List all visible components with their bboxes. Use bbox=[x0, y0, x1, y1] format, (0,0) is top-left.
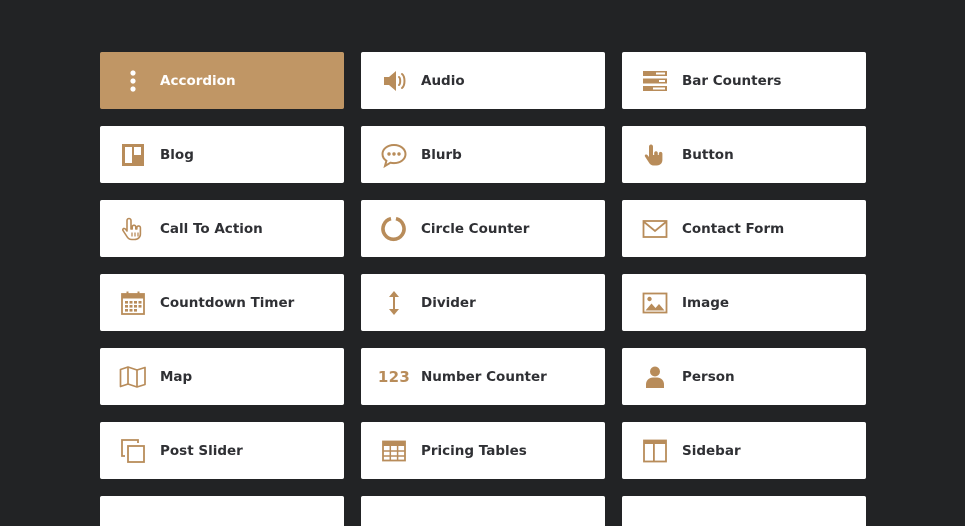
module-contact-form[interactable]: Contact Form bbox=[622, 200, 866, 257]
module-bar-counters[interactable]: Bar Counters bbox=[622, 52, 866, 109]
speech-bubble-icon bbox=[380, 141, 408, 169]
module-map[interactable]: Map bbox=[100, 348, 344, 405]
module-label: Map bbox=[160, 368, 193, 385]
module-partial[interactable] bbox=[622, 496, 866, 526]
module-circle-counter[interactable]: Circle Counter bbox=[361, 200, 605, 257]
circle-counter-icon bbox=[380, 215, 408, 243]
calendar-icon bbox=[119, 289, 147, 317]
sidebar-layout-icon bbox=[641, 437, 669, 465]
module-number-counter[interactable]: 123 Number Counter bbox=[361, 348, 605, 405]
envelope-icon bbox=[641, 215, 669, 243]
module-label: Person bbox=[682, 368, 735, 385]
vertical-dots-icon bbox=[119, 67, 147, 95]
module-label: Circle Counter bbox=[421, 220, 530, 237]
module-post-slider[interactable]: Post Slider bbox=[100, 422, 344, 479]
module-label: Sidebar bbox=[682, 442, 741, 459]
number-123-text: 123 bbox=[377, 367, 411, 386]
module-partial[interactable] bbox=[361, 496, 605, 526]
speaker-icon bbox=[380, 67, 408, 95]
module-call-to-action[interactable]: Call To Action bbox=[100, 200, 344, 257]
table-grid-icon bbox=[380, 437, 408, 465]
module-pricing-tables[interactable]: Pricing Tables bbox=[361, 422, 605, 479]
module-image[interactable]: Image bbox=[622, 274, 866, 331]
module-countdown-timer[interactable]: Countdown Timer bbox=[100, 274, 344, 331]
module-label: Blurb bbox=[421, 146, 462, 163]
blog-layout-icon bbox=[119, 141, 147, 169]
module-label: Button bbox=[682, 146, 734, 163]
module-divider[interactable]: Divider bbox=[361, 274, 605, 331]
module-blog[interactable]: Blog bbox=[100, 126, 344, 183]
module-label: Number Counter bbox=[421, 368, 547, 385]
module-label: Countdown Timer bbox=[160, 294, 295, 311]
hand-cursor-icon bbox=[119, 215, 147, 243]
module-label: Call To Action bbox=[160, 220, 263, 237]
vertical-arrows-icon bbox=[380, 289, 408, 317]
module-label: Audio bbox=[421, 72, 465, 89]
module-sidebar[interactable]: Sidebar bbox=[622, 422, 866, 479]
module-person[interactable]: Person bbox=[622, 348, 866, 405]
module-partial[interactable] bbox=[100, 496, 344, 526]
module-label: Bar Counters bbox=[682, 72, 782, 89]
module-label: Image bbox=[682, 294, 730, 311]
module-label: Post Slider bbox=[160, 442, 243, 459]
number-123-icon: 123 bbox=[377, 363, 411, 391]
module-label: Contact Form bbox=[682, 220, 785, 237]
module-label: Blog bbox=[160, 146, 194, 163]
module-label: Pricing Tables bbox=[421, 442, 527, 459]
bar-counters-icon bbox=[641, 67, 669, 95]
module-audio[interactable]: Audio bbox=[361, 52, 605, 109]
stacked-squares-icon bbox=[119, 437, 147, 465]
module-button[interactable]: Button bbox=[622, 126, 866, 183]
pointer-hand-icon bbox=[641, 141, 669, 169]
module-blurb[interactable]: Blurb bbox=[361, 126, 605, 183]
module-label: Accordion bbox=[160, 72, 236, 89]
image-icon bbox=[641, 289, 669, 317]
map-icon bbox=[119, 363, 147, 391]
module-accordion[interactable]: Accordion bbox=[100, 52, 344, 109]
module-label: Divider bbox=[421, 294, 476, 311]
module-grid: Accordion Audio Bar Counters Blog Blurb … bbox=[100, 52, 866, 526]
person-icon bbox=[641, 363, 669, 391]
